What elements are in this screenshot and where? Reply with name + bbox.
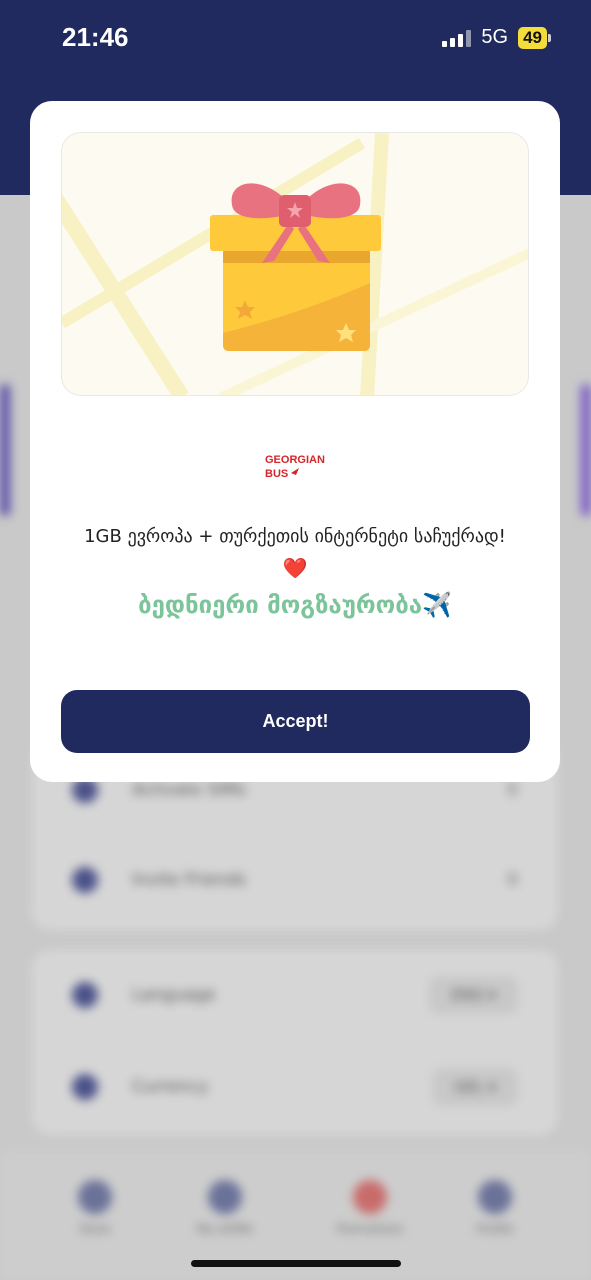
heart-icon: ❤️ bbox=[282, 556, 308, 580]
nav-my-esims[interactable]: My eSIMs bbox=[170, 1180, 280, 1236]
profile-icon bbox=[478, 1180, 512, 1214]
battery-icon: 49 bbox=[518, 26, 551, 49]
currency-row[interactable]: Currency GEL ▾ bbox=[32, 1042, 558, 1132]
gift-illustration bbox=[61, 132, 529, 396]
battery-level: 49 bbox=[518, 26, 547, 49]
status-indicators: 5G 49 bbox=[442, 26, 551, 49]
gift-box-icon bbox=[62, 133, 528, 395]
home-indicator[interactable] bbox=[191, 1260, 401, 1267]
globe-icon bbox=[72, 982, 98, 1008]
background-banner-edge bbox=[0, 385, 10, 515]
network-type: 5G bbox=[481, 26, 509, 48]
nav-promotions[interactable]: Promotions bbox=[315, 1180, 425, 1236]
nav-store[interactable]: Store bbox=[40, 1180, 150, 1236]
status-time: 21:46 bbox=[62, 22, 129, 52]
svg-text:BUS: BUS bbox=[265, 468, 288, 480]
accept-button[interactable]: Accept! bbox=[61, 690, 530, 753]
happy-travels-text: ბედნიერი მოგზაურობა✈️ bbox=[138, 591, 452, 619]
background-row[interactable]: Invite Friends 0 bbox=[32, 835, 558, 925]
georgian-bus-logo: GEORGIAN BUS bbox=[265, 454, 325, 480]
language-row[interactable]: Language ENG ▾ bbox=[32, 950, 558, 1040]
background-settings-card: Language ENG ▾ Currency GEL ▾ bbox=[32, 950, 558, 1135]
svg-text:GEORGIAN: GEORGIAN bbox=[265, 454, 325, 466]
money-icon bbox=[72, 1074, 98, 1100]
users-icon bbox=[72, 867, 98, 893]
cellular-signal-icon bbox=[442, 29, 472, 47]
store-icon bbox=[78, 1180, 112, 1214]
promotion-icon bbox=[353, 1180, 387, 1214]
esim-icon bbox=[208, 1180, 242, 1214]
promo-message: 1GB ევროპა + თურქეთის ინტერნეტი საჩუქრად… bbox=[84, 526, 506, 547]
nav-profile[interactable]: Profile bbox=[440, 1180, 550, 1236]
promo-modal: GEORGIAN BUS 1GB ევროპა + თურქეთის ინტერ… bbox=[30, 101, 560, 782]
background-banner-edge bbox=[581, 385, 591, 515]
